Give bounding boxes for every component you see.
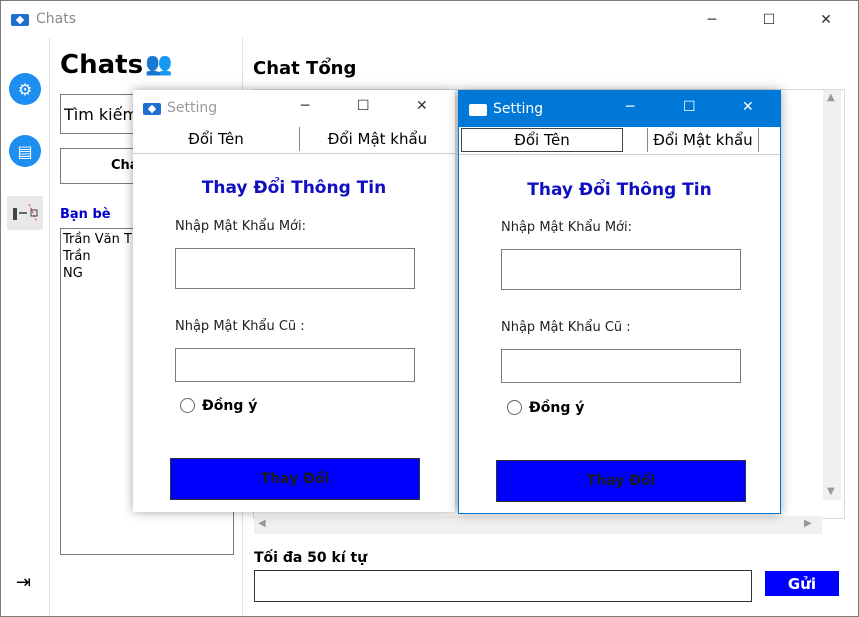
chat-title: Chat Tổng xyxy=(253,58,357,79)
side-rail: ⚙ ▤ ⇥ xyxy=(2,38,50,616)
friend-item[interactable]: Trần Văn T xyxy=(63,231,132,248)
gear-icon[interactable]: ⚙ xyxy=(9,73,41,105)
close-icon[interactable]: ✕ xyxy=(742,99,754,115)
vertical-scrollbar[interactable]: ▲ ▼ xyxy=(823,90,841,500)
agree-label: Đồng ý xyxy=(202,398,258,414)
old-password-label: Nhập Mật Khẩu Cũ : xyxy=(175,319,305,334)
dialog-title-bar: Setting ─ ☐ ✕ xyxy=(133,90,455,126)
scroll-left-icon[interactable]: ◀ xyxy=(258,518,266,529)
chats-title: Chats xyxy=(60,50,144,80)
dialog-title-bar: Setting ─ ☐ ✕ xyxy=(459,91,780,127)
scroll-down-icon[interactable]: ▼ xyxy=(827,486,835,497)
old-password-input[interactable] xyxy=(175,348,415,382)
group-icon-graphic xyxy=(13,203,38,223)
message-input[interactable] xyxy=(254,570,752,602)
old-password-input[interactable] xyxy=(501,349,741,383)
close-icon[interactable]: ✕ xyxy=(416,98,428,114)
agree-radio[interactable] xyxy=(180,398,195,413)
settings-dialog: Setting ─ ☐ ✕ Đổi Tên Đổi Mật khẩu Thay … xyxy=(133,90,455,512)
new-password-label: Nhập Mật Khẩu Mới: xyxy=(501,220,632,235)
new-password-label: Nhập Mật Khẩu Mới: xyxy=(175,219,306,234)
dialog-title: Setting xyxy=(493,101,544,117)
window-title: Chats xyxy=(36,11,77,27)
minimize-icon: ─ xyxy=(707,11,717,28)
agree-label: Đồng ý xyxy=(529,400,585,416)
close-button[interactable]: ✕ xyxy=(803,1,849,38)
tab-doi-ten[interactable]: Đổi Tên xyxy=(133,127,299,151)
horizontal-scrollbar[interactable]: ◀ ▶ xyxy=(254,516,822,534)
dialog-heading: Thay Đổi Thông Tin xyxy=(201,178,387,198)
maximize-icon[interactable]: ☐ xyxy=(683,99,696,115)
scroll-right-icon[interactable]: ▶ xyxy=(804,518,812,529)
app-icon xyxy=(143,103,161,115)
friend-item[interactable]: Trần xyxy=(63,248,132,265)
search-input-value: Tìm kiếm xyxy=(64,105,139,124)
friends-label: Bạn bè xyxy=(60,207,111,222)
dialog-tabs: Đổi Tên Đổi Mật khẩu xyxy=(133,127,455,154)
maximize-icon: ☐ xyxy=(762,11,776,28)
maximize-icon[interactable]: ☐ xyxy=(357,98,370,114)
scroll-up-icon[interactable]: ▲ xyxy=(827,92,835,103)
settings-dialog: Setting ─ ☐ ✕ Đổi Tên Đổi Mật khẩu Thay … xyxy=(458,90,781,514)
send-button[interactable]: Gửi xyxy=(765,571,839,596)
tab-doi-ten[interactable]: Đổi Tên xyxy=(461,128,623,152)
tab-doi-mat-khau[interactable]: Đổi Mật khẩu xyxy=(300,127,455,151)
limit-label: Tối đa 50 kí tự xyxy=(254,550,368,566)
agree-radio[interactable] xyxy=(507,400,522,415)
title-bar: Chats ─ ☐ ✕ xyxy=(1,1,858,38)
friends-items: Trần Văn T Trần NG xyxy=(63,231,132,282)
tab-doi-mat-khau[interactable]: Đổi Mật khẩu xyxy=(647,128,759,152)
minimize-icon[interactable]: ─ xyxy=(301,98,309,114)
chat-icon[interactable]: ▤ xyxy=(9,135,41,167)
friend-item[interactable]: NG xyxy=(63,265,132,282)
change-button[interactable]: Thay Đổi xyxy=(170,458,420,500)
change-button[interactable]: Thay Đổi xyxy=(496,460,746,502)
app-icon xyxy=(469,104,487,116)
maximize-button[interactable]: ☐ xyxy=(746,1,792,38)
new-password-input[interactable] xyxy=(501,249,741,290)
new-password-input[interactable] xyxy=(175,248,415,289)
group-icon[interactable] xyxy=(7,196,43,230)
logout-icon[interactable]: ⇥ xyxy=(16,572,31,593)
close-icon: ✕ xyxy=(820,11,832,28)
minimize-icon[interactable]: ─ xyxy=(626,99,634,115)
app-icon xyxy=(11,14,29,26)
old-password-label: Nhập Mật Khẩu Cũ : xyxy=(501,320,631,335)
dialog-heading: Thay Đổi Thông Tin xyxy=(527,180,712,200)
minimize-button[interactable]: ─ xyxy=(689,1,735,38)
user-group-icon: 👥 xyxy=(145,52,173,77)
dialog-tabs: Đổi Tên Đổi Mật khẩu xyxy=(459,128,780,155)
dialog-title: Setting xyxy=(167,100,218,116)
